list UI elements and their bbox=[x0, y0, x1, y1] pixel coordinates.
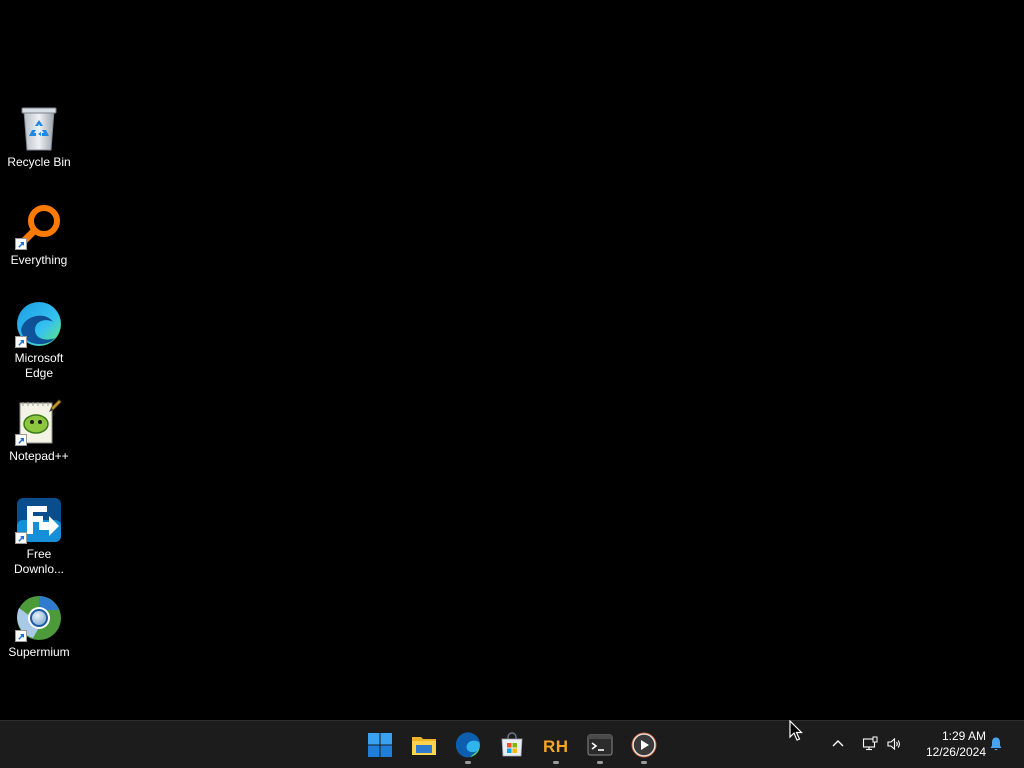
chevron-up-icon bbox=[832, 740, 844, 747]
volume-button[interactable] bbox=[882, 731, 906, 757]
resource-hacker-icon: RH bbox=[543, 737, 568, 756]
windows-start-icon bbox=[368, 733, 392, 757]
desktop-icon-label: Recycle Bin bbox=[7, 155, 71, 169]
taskbar-microsoft-store[interactable] bbox=[492, 725, 532, 765]
network-button[interactable] bbox=[858, 731, 882, 757]
desktop-icon-everything[interactable]: Everything bbox=[4, 202, 74, 268]
desktop-icon-supermium[interactable]: Supermium bbox=[4, 594, 74, 660]
network-icon bbox=[862, 736, 878, 751]
system-clock[interactable]: 1:29 AM 12/26/2024 bbox=[912, 728, 986, 760]
microsoft-store-icon bbox=[501, 732, 523, 757]
notification-bell-icon bbox=[990, 737, 1002, 751]
start-button[interactable] bbox=[360, 725, 400, 765]
notepad-plus-plus-icon bbox=[15, 398, 63, 446]
volume-icon bbox=[887, 737, 900, 751]
shortcut-arrow-icon bbox=[15, 336, 27, 348]
desktop-icon-notepad-plus-plus[interactable]: Notepad++ bbox=[4, 398, 74, 464]
desktop-icon-recycle-bin[interactable]: Recycle Bin bbox=[4, 104, 74, 170]
desktop-icon-label: Microsoft Edge bbox=[14, 351, 64, 380]
desktop-icon-label: Supermium bbox=[8, 645, 70, 659]
free-download-manager-icon bbox=[15, 496, 63, 544]
shortcut-arrow-icon bbox=[15, 630, 27, 642]
mouse-cursor-icon bbox=[789, 720, 803, 741]
running-indicator bbox=[641, 761, 647, 764]
shortcut-arrow-icon bbox=[15, 532, 27, 544]
notification-center-button[interactable] bbox=[984, 731, 1008, 757]
desktop-icon-label: Notepad++ bbox=[9, 449, 69, 463]
taskbar-resource-hacker[interactable]: RH bbox=[536, 725, 576, 765]
media-player-icon bbox=[631, 732, 657, 758]
terminal-icon bbox=[587, 734, 613, 756]
taskbar: RH 1:29 AM 12/26/2024 bbox=[0, 720, 1024, 768]
recycle-bin-icon bbox=[15, 104, 63, 152]
desktop-icon-free-download-manager[interactable]: Free Downlo... bbox=[4, 496, 74, 577]
file-explorer-icon bbox=[412, 737, 436, 755]
show-hidden-icons-button[interactable] bbox=[826, 731, 850, 757]
edge-icon bbox=[455, 732, 480, 758]
supermium-icon bbox=[15, 594, 63, 642]
desktop-icon-label: Free Downlo... bbox=[13, 547, 65, 576]
running-indicator bbox=[465, 761, 471, 764]
clock-date: 12/26/2024 bbox=[925, 745, 986, 759]
desktop[interactable]: Recycle Bin Everything Microsoft Edge No… bbox=[0, 0, 1024, 720]
taskbar-edge[interactable] bbox=[448, 725, 488, 765]
shortcut-arrow-icon bbox=[15, 238, 27, 250]
taskbar-file-explorer[interactable] bbox=[404, 725, 444, 765]
everything-search-icon bbox=[15, 202, 63, 250]
running-indicator bbox=[553, 761, 559, 764]
svg-text:RH: RH bbox=[543, 737, 568, 756]
running-indicator bbox=[597, 761, 603, 764]
clock-time: 1:29 AM bbox=[941, 729, 986, 743]
taskbar-terminal[interactable] bbox=[580, 725, 620, 765]
desktop-icon-microsoft-edge[interactable]: Microsoft Edge bbox=[4, 300, 74, 381]
desktop-icon-label: Everything bbox=[10, 253, 68, 267]
taskbar-media-player[interactable] bbox=[624, 725, 664, 765]
edge-icon bbox=[15, 300, 63, 348]
shortcut-arrow-icon bbox=[15, 434, 27, 446]
